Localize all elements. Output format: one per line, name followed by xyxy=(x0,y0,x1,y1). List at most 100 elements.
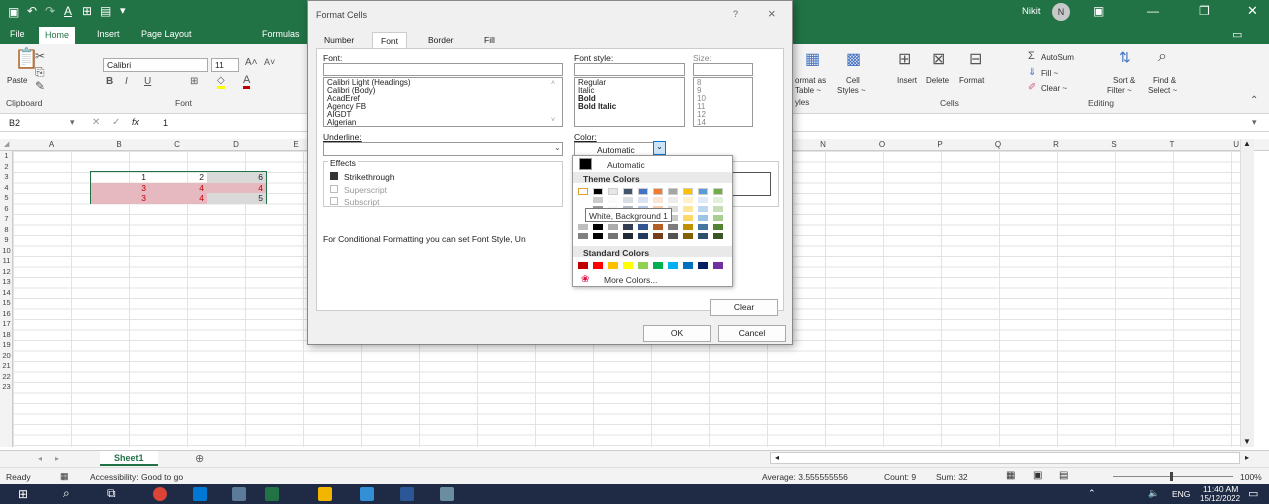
row-header[interactable]: 21 xyxy=(0,361,13,370)
comments-icon[interactable]: ▭ xyxy=(1232,28,1242,41)
close-icon[interactable]: ✕ xyxy=(1247,3,1258,19)
word-icon[interactable] xyxy=(400,487,414,501)
restore-icon[interactable]: ❐ xyxy=(1199,4,1210,18)
clock-time[interactable]: 11:40 AM xyxy=(1203,484,1238,494)
color-dropdown-icon[interactable]: ⌄ xyxy=(653,141,666,155)
font-list-item[interactable]: AIGDT xyxy=(327,111,559,119)
row-header[interactable]: 13 xyxy=(0,277,13,286)
borders-icon[interactable]: ⊞ xyxy=(190,77,198,87)
bold-icon[interactable]: B xyxy=(106,77,113,87)
theme-color-swatch[interactable] xyxy=(668,188,678,195)
fill-button[interactable]: Fill ~ xyxy=(1041,69,1058,78)
cell-c4[interactable]: 4 xyxy=(149,193,207,204)
cell-d2[interactable]: 6 xyxy=(207,172,266,183)
tab-border[interactable]: Border xyxy=(420,32,462,48)
theme-shade-swatch[interactable] xyxy=(578,197,588,203)
theme-shade-swatch[interactable] xyxy=(638,197,648,203)
size-input[interactable] xyxy=(693,63,753,76)
cancel-entry-icon[interactable]: ✕ xyxy=(92,117,100,128)
column-header[interactable]: R xyxy=(1027,140,1085,149)
scroll-down-icon[interactable]: ▼ xyxy=(1243,437,1251,446)
standard-color-swatch[interactable] xyxy=(713,262,723,269)
format-as-table-button[interactable]: ormat as xyxy=(795,76,826,85)
theme-color-swatch[interactable] xyxy=(608,188,618,195)
column-header[interactable]: P xyxy=(911,140,969,149)
zoom-level[interactable]: 100% xyxy=(1240,472,1262,482)
theme-shade-swatch[interactable] xyxy=(683,215,693,221)
calculator-icon[interactable] xyxy=(232,487,246,501)
copy-icon[interactable]: ⎘ xyxy=(35,66,45,78)
size-item[interactable]: 14 xyxy=(697,119,749,127)
font-list[interactable]: Calibri Light (Headings) Calibri (Body) … xyxy=(323,77,563,127)
prev-sheet-icon[interactable]: ◂ xyxy=(38,454,42,463)
subscript-checkbox[interactable] xyxy=(330,197,338,205)
undo-icon[interactable]: ↶ xyxy=(27,4,37,18)
standard-color-swatch[interactable] xyxy=(668,262,678,269)
excel-taskbar-icon[interactable] xyxy=(265,487,279,501)
page-layout-view-icon[interactable]: ▣ xyxy=(1033,470,1042,481)
theme-color-swatch[interactable] xyxy=(593,188,603,195)
task-view-icon[interactable]: ⧉ xyxy=(107,486,116,501)
font-color-icon[interactable]: A xyxy=(243,75,251,89)
theme-shade-swatch[interactable] xyxy=(593,233,603,239)
tab-number[interactable]: Number xyxy=(316,32,362,48)
theme-color-swatch[interactable] xyxy=(623,188,633,195)
find-select-button[interactable]: Find & xyxy=(1153,76,1176,85)
name-box[interactable]: B2 xyxy=(9,118,20,128)
row-header[interactable]: 8 xyxy=(0,225,13,234)
theme-shade-swatch[interactable] xyxy=(593,197,603,203)
standard-color-swatch[interactable] xyxy=(698,262,708,269)
sort-filter-icon[interactable]: ⇅ xyxy=(1119,50,1131,64)
theme-color-swatch[interactable] xyxy=(683,188,693,195)
tab-font[interactable]: Font xyxy=(372,32,408,49)
standard-color-swatch[interactable] xyxy=(638,262,648,269)
automatic-color-swatch[interactable] xyxy=(579,158,592,170)
cell-styles-icon[interactable]: ▩ xyxy=(846,52,861,68)
row-header[interactable]: 2 xyxy=(0,162,13,171)
help-button[interactable]: ? xyxy=(733,9,738,19)
font-name-box[interactable]: Calibri xyxy=(103,58,208,72)
clear-button[interactable]: Clear ~ xyxy=(1041,84,1067,93)
font-list-scroll-down-icon[interactable]: ˅ xyxy=(551,117,555,124)
theme-shade-swatch[interactable] xyxy=(698,233,708,239)
zoom-slider[interactable] xyxy=(1113,476,1233,477)
row-header[interactable]: 10 xyxy=(0,246,13,255)
formula-input[interactable]: 1 xyxy=(163,118,168,128)
insert-cells-icon[interactable]: ⊞ xyxy=(898,52,911,68)
tab-home[interactable]: Home xyxy=(39,27,76,44)
taskbar-search-icon[interactable]: ⌕ xyxy=(63,486,70,501)
font-list-scroll-up-icon[interactable]: ˄ xyxy=(551,80,555,87)
shrink-font-icon[interactable]: A˅ xyxy=(264,58,275,67)
scroll-up-icon[interactable]: ▲ xyxy=(1243,139,1251,148)
theme-shade-swatch[interactable] xyxy=(698,215,708,221)
grow-font-icon[interactable]: A˄ xyxy=(245,58,258,68)
theme-color-swatch[interactable] xyxy=(713,188,723,195)
theme-color-swatch[interactable] xyxy=(638,188,648,195)
save-icon[interactable]: ▣ xyxy=(8,5,19,19)
delete-cells-button[interactable]: Delete xyxy=(926,76,949,85)
theme-shade-swatch[interactable] xyxy=(698,206,708,212)
column-header[interactable]: N xyxy=(793,140,853,149)
theme-color-swatch[interactable] xyxy=(653,188,663,195)
cut-icon[interactable]: ✂ xyxy=(35,50,45,62)
theme-shade-swatch[interactable] xyxy=(653,197,663,203)
normal-view-icon[interactable]: ▦ xyxy=(1006,470,1015,481)
theme-shade-swatch[interactable] xyxy=(683,206,693,212)
standard-color-swatch[interactable] xyxy=(653,262,663,269)
size-list[interactable]: 8 9 10 11 12 14 xyxy=(693,77,753,127)
theme-shade-swatch[interactable] xyxy=(578,233,588,239)
theme-shade-swatch[interactable] xyxy=(713,206,723,212)
theme-shade-swatch[interactable] xyxy=(653,224,663,230)
notifications-icon[interactable]: ▭ xyxy=(1248,487,1258,500)
theme-shade-swatch[interactable] xyxy=(638,224,648,230)
tab-insert[interactable]: Insert xyxy=(97,29,120,39)
accessibility-status[interactable]: Accessibility: Good to go xyxy=(90,472,183,482)
cell-d3[interactable]: 4 xyxy=(207,182,266,193)
automatic-color-option[interactable]: Automatic xyxy=(607,160,645,170)
row-header[interactable]: 4 xyxy=(0,183,13,192)
ok-button[interactable]: OK xyxy=(643,325,711,342)
theme-shade-swatch[interactable] xyxy=(683,233,693,239)
subscript-label[interactable]: Subscript xyxy=(344,197,379,207)
sort-filter-button[interactable]: Sort & xyxy=(1113,76,1135,85)
theme-shade-swatch[interactable] xyxy=(683,224,693,230)
